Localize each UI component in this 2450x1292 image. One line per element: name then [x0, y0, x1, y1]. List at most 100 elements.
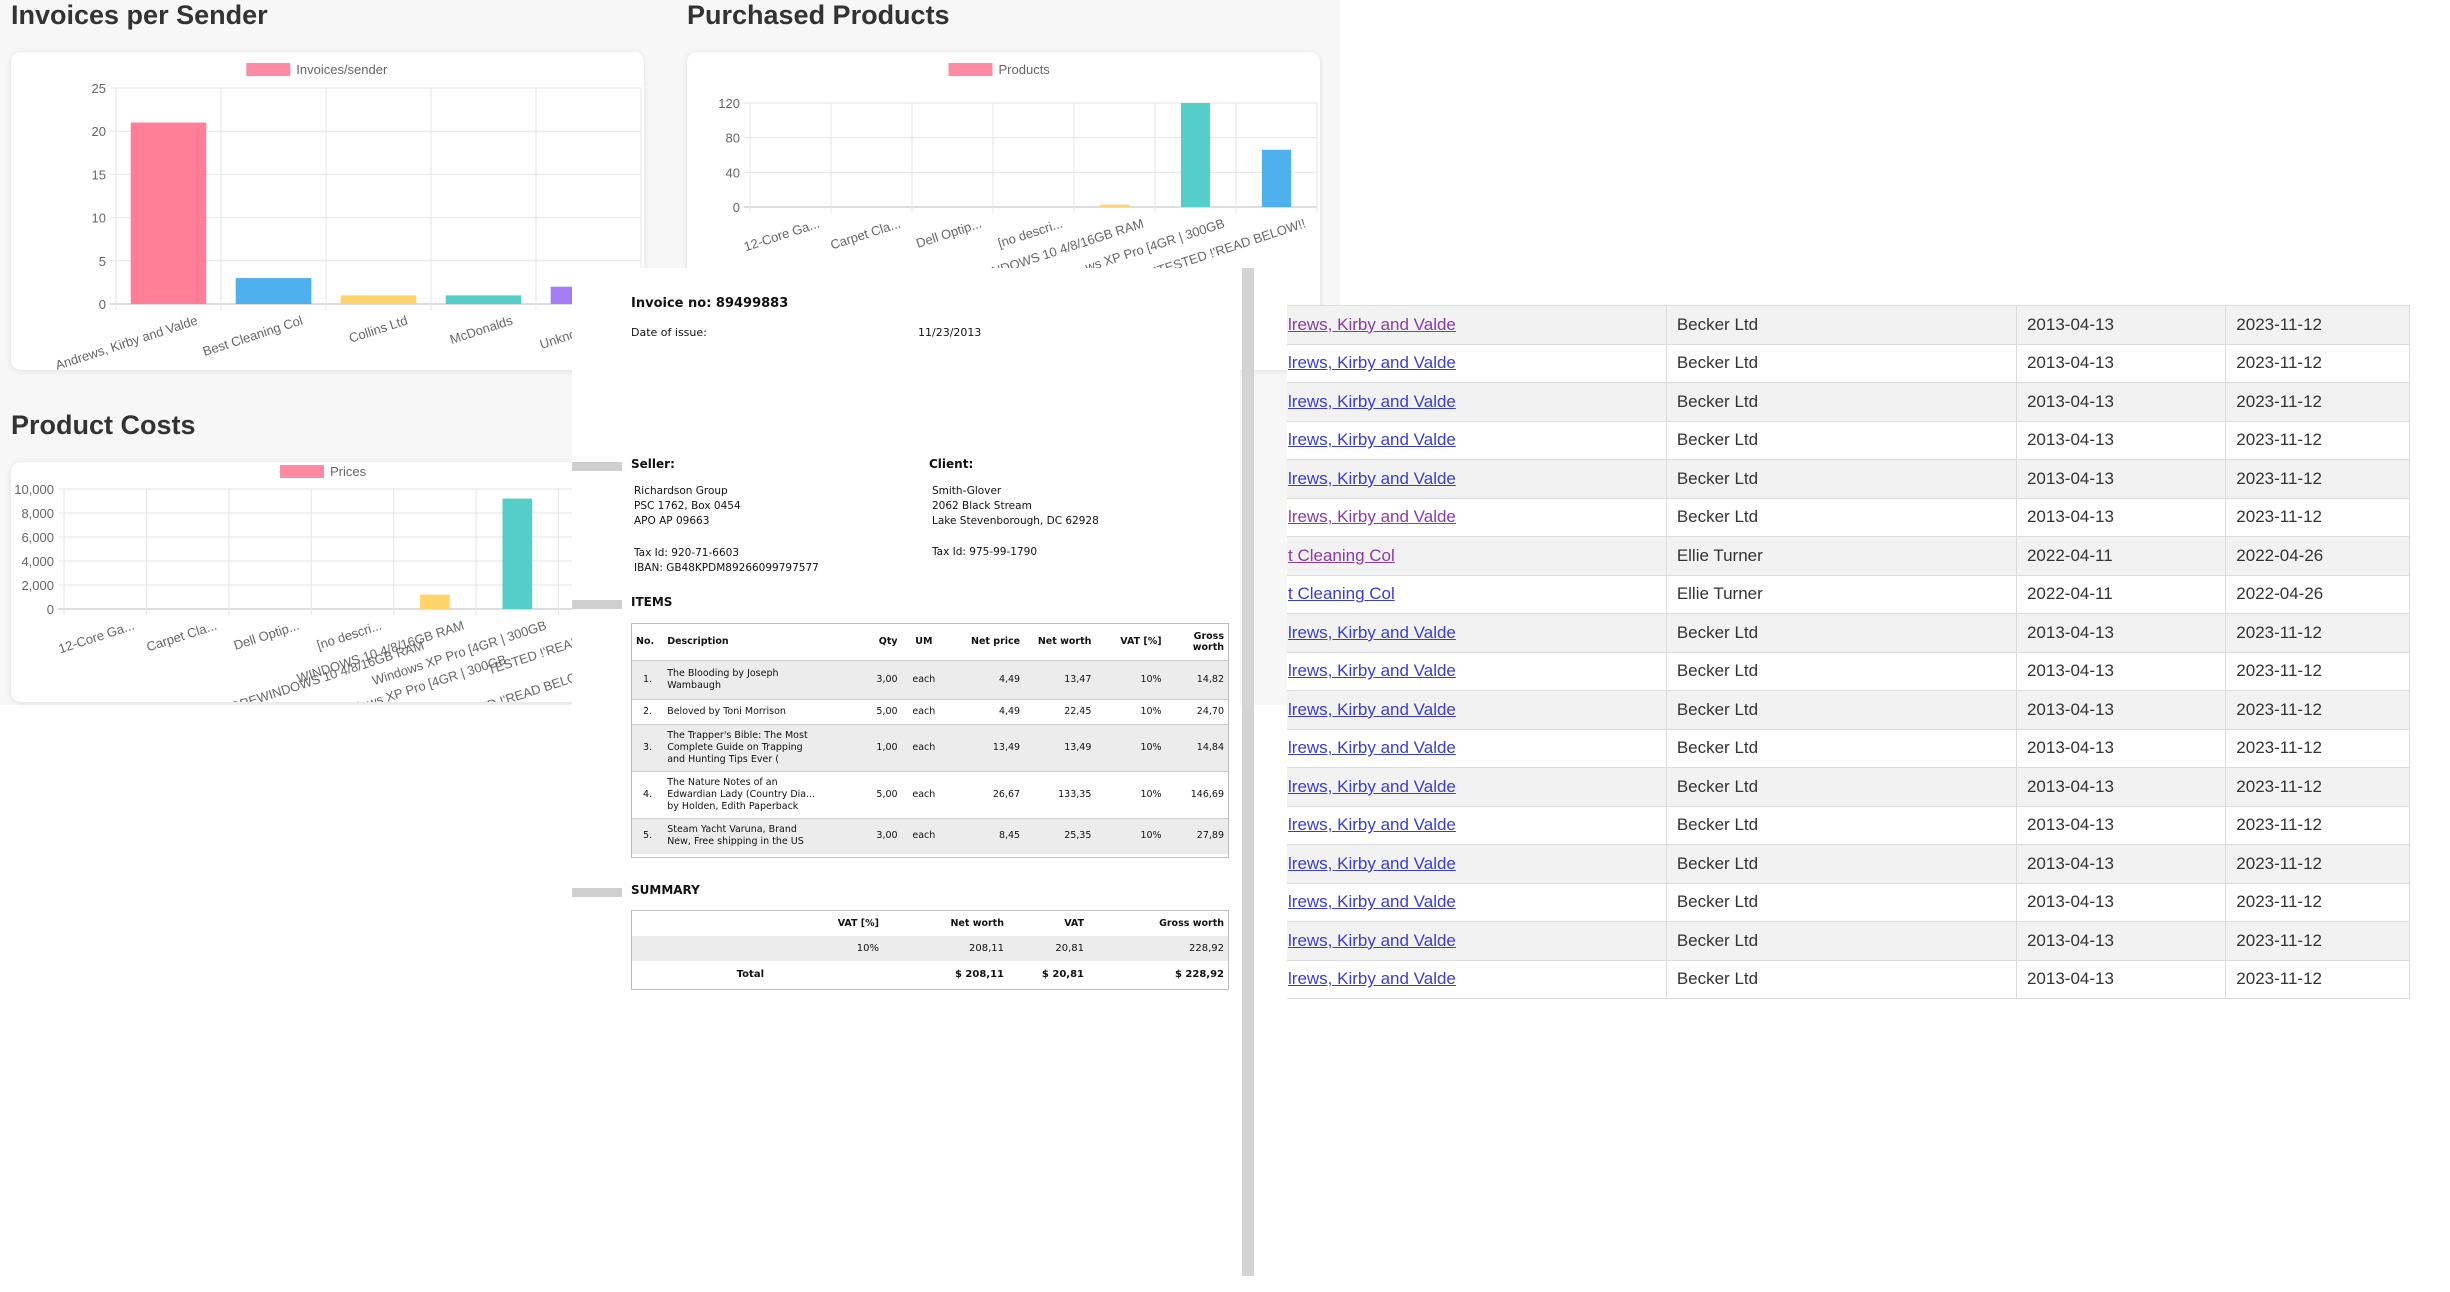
items-col-net-price: Net price: [971, 636, 1021, 648]
processed-date-cell: 2023-11-12: [2225, 844, 2410, 884]
sender-cell: lrews, Kirby and Valde: [1287, 921, 1667, 961]
table-row: lrews, Kirby and Valde Becker Ltd 2013-04-…: [1287, 690, 2410, 730]
sender-cell: lrews, Kirby and Valde: [1287, 767, 1667, 807]
sender-link[interactable]: lrews, Kirby and Valde: [1288, 854, 1456, 873]
client-heading: Client:: [929, 457, 974, 471]
table-row: lrews, Kirby and Valde Becker Ltd 2013-04-…: [1287, 497, 2410, 537]
item-net-worth: 13,49: [1064, 741, 1092, 753]
items-row: 4. The Nature Notes of an Edwardian Lady …: [632, 771, 1228, 818]
summary-total-label: Total: [736, 968, 764, 980]
item-gross-worth: 14,84: [1196, 741, 1224, 753]
table-row: lrews, Kirby and Valde Becker Ltd 2013-04-…: [1287, 343, 2410, 383]
client-cell: Becker Ltd: [1665, 651, 2017, 691]
client-cell: Becker Ltd: [1665, 844, 2017, 884]
y-tick-label: 0: [99, 297, 106, 312]
item-description: Beloved by Toni Morrison: [667, 705, 786, 717]
item-vat: 10%: [1140, 788, 1162, 800]
items-heading: ITEMS: [631, 595, 673, 609]
y-tick-label: 120: [718, 96, 740, 111]
sender-link[interactable]: lrews, Kirby and Valde: [1288, 623, 1456, 642]
x-tick-label: Carpet Cla...: [145, 618, 219, 655]
summary-spacer: [632, 936, 768, 961]
y-tick-label: 6,000: [21, 530, 54, 545]
items-row: 3. The Trapper's Bible: The Most Complete…: [632, 724, 1228, 771]
items-col-net-worth: Net worth: [1037, 636, 1092, 648]
sender-link[interactable]: lrews, Kirby and Valde: [1288, 815, 1456, 834]
item-vat: 10%: [1140, 741, 1162, 753]
items-section-marker: [572, 600, 622, 609]
client-line: 2062 Black Stream: [932, 500, 1032, 512]
y-tick-label: 2,000: [21, 578, 54, 593]
invoice-preview: Invoice no: 89499883 Date of issue: 11/2…: [572, 268, 1240, 1272]
summary-vat-rate: 10%: [856, 943, 879, 954]
processed-date-cell: 2023-11-12: [2225, 690, 2410, 730]
invoice-scrollbar[interactable]: [1242, 268, 1254, 1276]
bar: [420, 594, 450, 609]
item-qty: 3,00: [876, 830, 898, 842]
sender-link[interactable]: lrews, Kirby and Valde: [1288, 392, 1456, 411]
sender-link[interactable]: lrews, Kirby and Valde: [1288, 315, 1456, 334]
client-cell: Becker Ltd: [1665, 728, 2017, 768]
issue-date-cell: 2013-04-13: [2015, 728, 2227, 768]
summary-spacer: [768, 961, 883, 987]
client-cell: Becker Ltd: [1665, 613, 2017, 653]
legend-label: Invoices/sender: [296, 62, 388, 77]
items-row: 2. Beloved by Toni Morrison 5,00 each 4,49 22…: [632, 699, 1228, 724]
issue-date-cell: 2013-04-13: [2015, 651, 2227, 691]
date-of-issue-value: 11/23/2013: [918, 326, 982, 339]
summary-total-row: Total $ 208,11 $ 20,81 $ 228,92: [632, 961, 1228, 987]
items-header-row: No. Description Qty UM Net price Net wor…: [632, 624, 1228, 660]
bar: [445, 295, 522, 304]
summary-net-worth: 208,11: [969, 943, 1004, 954]
legend-label: Products: [999, 62, 1051, 77]
y-tick-label: 10,000: [14, 482, 54, 497]
client-cell: Ellie Turner: [1665, 574, 2017, 614]
table-row: lrews, Kirby and Valde Becker Ltd 2013-04-…: [1287, 805, 2410, 845]
processed-date-cell: 2023-11-12: [2225, 497, 2410, 537]
x-tick-label: McDonalds: [448, 312, 515, 347]
issue-date-cell: 2013-04-13: [2015, 613, 2227, 653]
sender-link[interactable]: lrews, Kirby and Valde: [1288, 353, 1456, 372]
x-tick-label: Andrews, Kirby and Valde: [53, 313, 199, 370]
summary-col-vat: VAT [%]: [837, 918, 879, 929]
sender-link[interactable]: lrews, Kirby and Valde: [1288, 507, 1456, 526]
issue-date-cell: 2022-04-11: [2015, 574, 2227, 614]
issue-date-cell: 2013-04-13: [2015, 690, 2227, 730]
sender-link[interactable]: lrews, Kirby and Valde: [1288, 738, 1456, 757]
sender-link[interactable]: lrews, Kirby and Valde: [1288, 661, 1456, 680]
table-row: lrews, Kirby and Valde Becker Ltd 2013-04-…: [1287, 921, 2410, 961]
items-col-description: Description: [667, 636, 729, 648]
products-chart-title: Purchased Products: [687, 0, 950, 30]
invoices-chart-title: Invoices per Sender: [11, 0, 268, 30]
sender-link[interactable]: lrews, Kirby and Valde: [1288, 469, 1456, 488]
invoice-list-table-panel: lrews, Kirby and Valde Becker Ltd 2013-04-…: [1287, 305, 2450, 1005]
issue-date-cell: 2013-04-13: [2015, 844, 2227, 884]
item-qty: 1,00: [876, 741, 898, 753]
items-col-um: UM: [915, 636, 933, 648]
sender-link[interactable]: t Cleaning Col: [1288, 584, 1395, 603]
date-of-issue-label: Date of issue:: [631, 326, 707, 339]
client-cell: Becker Ltd: [1665, 959, 2017, 999]
sender-cell: t Cleaning Col: [1287, 536, 1667, 576]
sender-cell: lrews, Kirby and Valde: [1287, 805, 1667, 845]
costs-chart-card: Prices 10,000 8,000 6,000 4,000 2,000 0 12-Core…: [11, 462, 644, 702]
table-row: lrews, Kirby and Valde Becker Ltd 2013-04-…: [1287, 420, 2410, 460]
sender-link[interactable]: lrews, Kirby and Valde: [1288, 700, 1456, 719]
sender-link[interactable]: t Cleaning Col: [1288, 546, 1395, 565]
sender-link[interactable]: lrews, Kirby and Valde: [1288, 969, 1456, 988]
summary-gross-worth: 228,92: [1189, 943, 1224, 954]
sender-link[interactable]: lrews, Kirby and Valde: [1288, 931, 1456, 950]
x-tick-label: Best Cleaning Col: [201, 313, 305, 359]
item-no: 5.: [643, 830, 653, 842]
sender-link[interactable]: lrews, Kirby and Valde: [1288, 430, 1456, 449]
sender-link[interactable]: lrews, Kirby and Valde: [1288, 892, 1456, 911]
item-qty: 5,00: [876, 705, 898, 717]
y-tick-label: 25: [92, 81, 106, 96]
processed-date-cell: 2023-11-12: [2225, 459, 2410, 499]
sender-link[interactable]: lrews, Kirby and Valde: [1288, 777, 1456, 796]
summary-col-net-worth: Net worth: [950, 918, 1004, 929]
items-col-no: No.: [636, 636, 655, 648]
issue-date-cell: 2013-04-13: [2015, 882, 2227, 922]
x-tick-label: 12-Core Ga...: [57, 618, 137, 657]
item-gross-worth: 14,82: [1196, 673, 1224, 685]
